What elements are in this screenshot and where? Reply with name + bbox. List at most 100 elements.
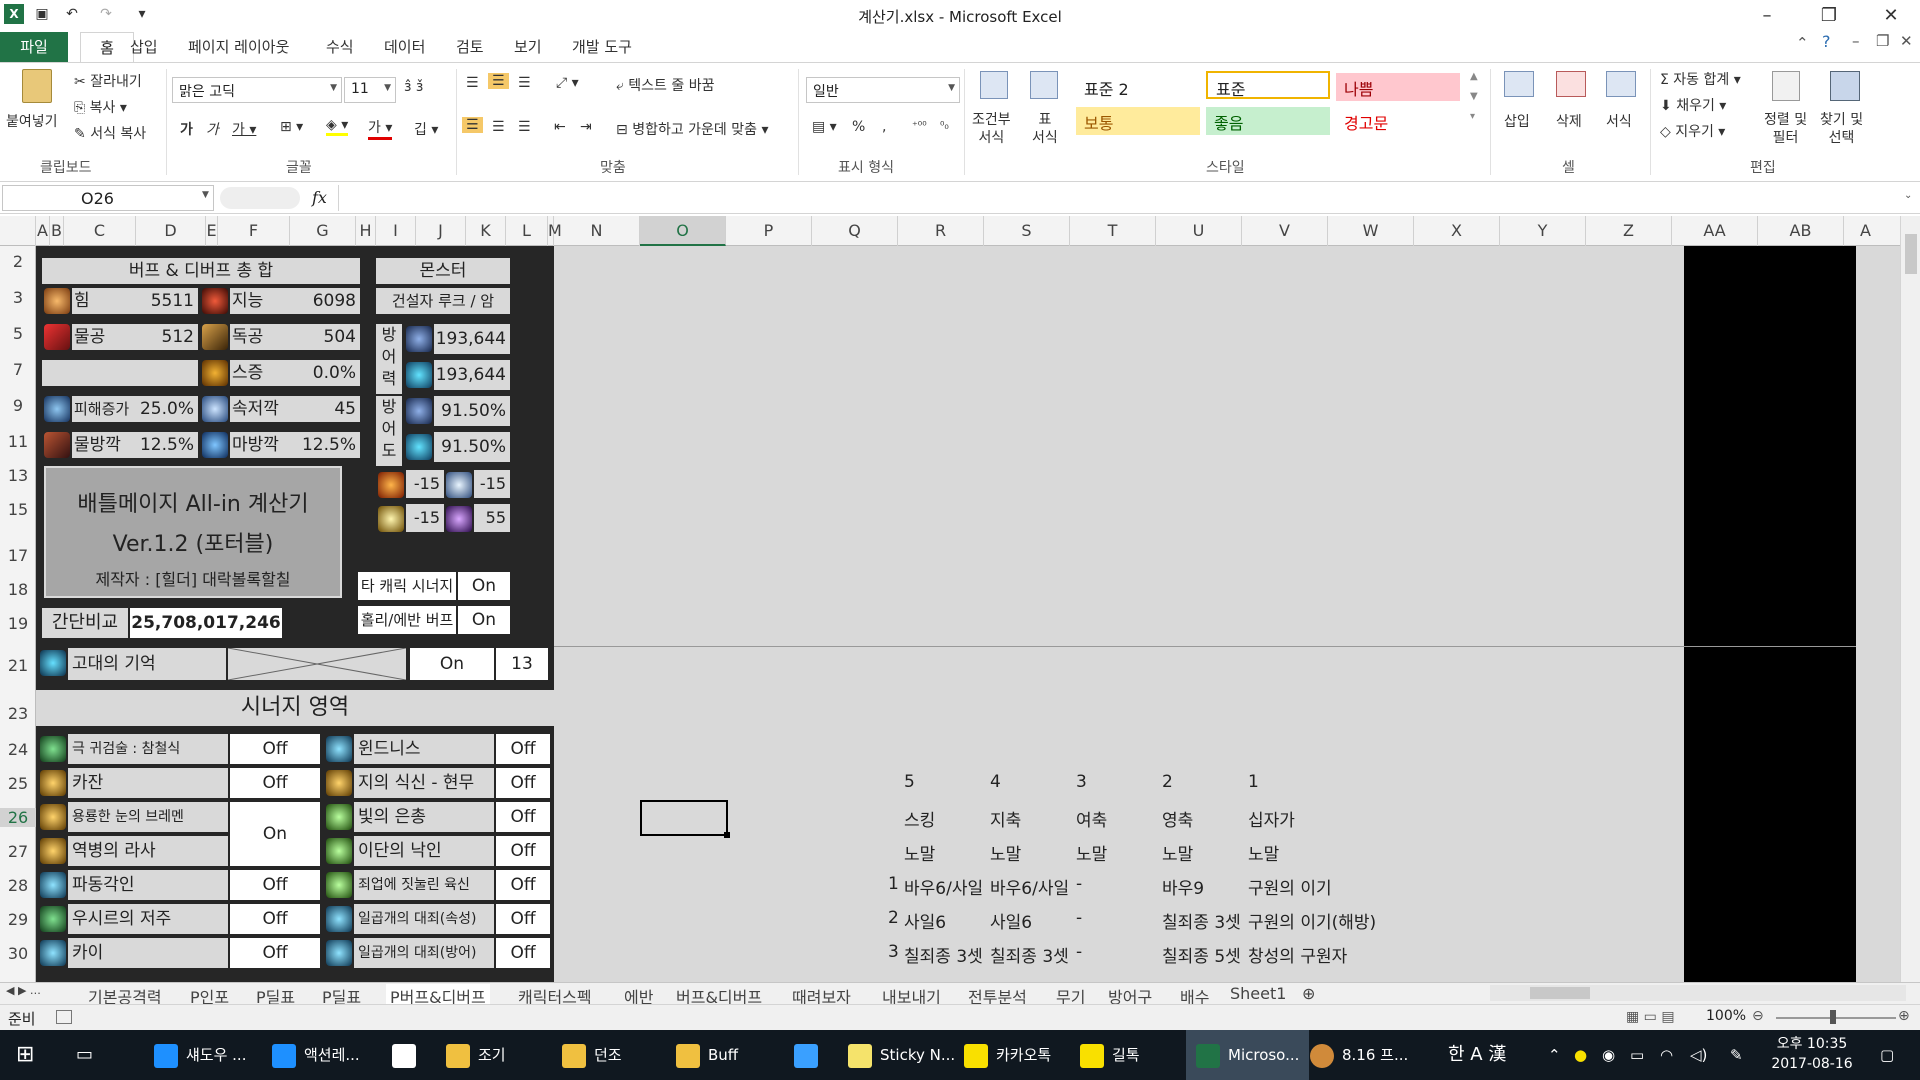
row-header[interactable]: 17 [0, 546, 36, 565]
border-icon[interactable]: ⊞ ▾ [280, 119, 303, 135]
row-header[interactable]: 25 [0, 774, 36, 793]
currency-icon[interactable]: ▤ ▾ [812, 119, 837, 135]
style-good[interactable]: 좋음 [1206, 107, 1330, 135]
col-header[interactable]: A [36, 216, 50, 246]
name-box[interactable]: O26 [2, 185, 214, 211]
underline-icon[interactable]: 가 ▾ [232, 119, 256, 139]
synergy-right-toggle[interactable]: Off [496, 870, 550, 900]
tray-battery-icon[interactable]: ▭ [1630, 1030, 1644, 1080]
col-header[interactable]: AB [1758, 216, 1844, 246]
mini-close-icon[interactable]: ✕ [1900, 32, 1913, 50]
insert-function-icon[interactable]: fx [312, 188, 327, 207]
row-header-selected[interactable]: 26 [0, 808, 36, 827]
zoom-out-icon[interactable]: ⊖ [1752, 1008, 1764, 1024]
col-header[interactable]: Y [1500, 216, 1586, 246]
taskbar-item[interactable] [392, 1030, 424, 1080]
synergy-right-toggle[interactable]: Off [496, 836, 550, 866]
wrap-text-button[interactable]: ⤶ 텍스트 줄 바꿈 [616, 75, 714, 95]
font-name-combo[interactable]: 맑은 고딕 ▼ [172, 77, 342, 103]
holy-buff-value[interactable]: On [458, 606, 510, 634]
synergy-right-toggle[interactable]: Off [496, 768, 550, 798]
font-size-combo[interactable]: 11 ▼ [344, 77, 396, 103]
taskbar-item[interactable]: Sticky N... [848, 1030, 955, 1080]
synergy-right-toggle[interactable]: Off [496, 938, 550, 968]
find-select-button[interactable]: 찾기 및 선택 [1820, 111, 1863, 147]
tab-review[interactable]: 검토 [456, 36, 484, 57]
col-header[interactable]: L [506, 216, 548, 246]
taskbar-item[interactable]: 섀도우 ... [154, 1030, 246, 1080]
bold-icon[interactable]: 가 [180, 119, 193, 139]
monster-name[interactable]: 건설자 루크 / 암 [376, 288, 510, 314]
new-sheet-icon[interactable]: ⊕ [1302, 984, 1315, 1003]
view-normal-icon[interactable]: ▦ ▭ ▤ [1626, 1009, 1675, 1025]
iatk-cell[interactable]: 독공 504 [230, 324, 360, 350]
phonetic-icon[interactable]: 깁 ▾ [414, 119, 438, 139]
dmg-cell[interactable]: 피해증가 25.0% [72, 396, 198, 422]
synergy-left-toggle[interactable]: Off [230, 870, 320, 900]
vertical-scrollbar[interactable] [1900, 216, 1920, 982]
fire-res[interactable]: -15 [406, 470, 444, 498]
merge-center-button[interactable]: ⊟ 병합하고 가운데 맞춤 ▾ [616, 119, 769, 139]
cut-button[interactable]: ✂ 잘라내기 [74, 71, 142, 91]
font-color-icon[interactable]: 가 ▾ [368, 117, 393, 140]
mini-minimize-icon[interactable]: – [1852, 32, 1860, 50]
empty-cell[interactable] [42, 360, 198, 386]
conditional-format-icon[interactable] [980, 71, 1008, 99]
zoom-in-icon[interactable]: ⊕ [1898, 1008, 1910, 1024]
patk-cell[interactable]: 물공 512 [72, 324, 198, 350]
tab-file[interactable]: 파일 [0, 32, 68, 62]
taskbar-item[interactable]: 던조 [562, 1030, 622, 1080]
align-left-icon[interactable]: ☰ [462, 117, 483, 133]
row-header[interactable]: 11 [0, 432, 36, 451]
horizontal-scroll-thumb[interactable] [1530, 987, 1590, 999]
synergy-left-toggle[interactable]: Off [230, 938, 320, 968]
row-header[interactable]: 27 [0, 842, 36, 861]
mdef-cell[interactable]: 마방깍 12.5% [230, 432, 360, 458]
light-res[interactable]: -15 [406, 504, 444, 532]
copy-button[interactable]: ⎘ 복사 ▾ [74, 97, 127, 117]
synergy-right-toggle[interactable]: Off [496, 904, 550, 934]
insert-cells-button[interactable]: 삽입 [1504, 111, 1530, 131]
sheet-tab[interactable]: Sheet1 [1230, 984, 1286, 1003]
col-header[interactable]: R [898, 216, 984, 246]
select-all-corner[interactable] [0, 216, 36, 246]
orientation-icon[interactable]: ⤢ ▾ [556, 75, 579, 91]
tab-developer[interactable]: 개발 도구 [572, 36, 632, 57]
taskbar-item[interactable]: 액션레... [272, 1030, 360, 1080]
col-header[interactable]: D [136, 216, 206, 246]
synergy-left-toggle[interactable]: Off [230, 768, 320, 798]
pdef-cell[interactable]: 물방깍 12.5% [72, 432, 198, 458]
percent-icon[interactable]: % [852, 119, 865, 135]
align-top-icon[interactable]: ☰ [466, 75, 479, 91]
name-box-dropdown-icon[interactable]: ▼ [202, 190, 209, 200]
row-header[interactable]: 29 [0, 910, 36, 929]
col-header[interactable]: G [290, 216, 356, 246]
defense-value-2[interactable]: 193,644 [434, 360, 510, 390]
other-synergy-value[interactable]: On [458, 572, 510, 600]
italic-icon[interactable]: 가 [206, 119, 219, 139]
paste-button[interactable]: 붙여넣기 [6, 111, 58, 131]
close-icon[interactable]: ✕ [1868, 0, 1914, 32]
row-header[interactable]: 21 [0, 656, 36, 675]
defense-value-1[interactable]: 193,644 [434, 324, 510, 354]
zoom-slider-thumb[interactable] [1830, 1010, 1836, 1024]
col-header[interactable]: K [466, 216, 506, 246]
col-header[interactable]: C [64, 216, 136, 246]
synergy-left-toggle[interactable]: Off [230, 734, 320, 764]
tray-pen-icon[interactable]: ✎ [1730, 1030, 1743, 1080]
col-header[interactable]: F [218, 216, 290, 246]
tab-page-layout[interactable]: 페이지 레이아웃 [188, 36, 289, 57]
row-header[interactable]: 3 [0, 288, 36, 307]
ancient-memory-level[interactable]: 13 [496, 648, 548, 680]
paste-icon[interactable] [22, 69, 52, 103]
tray-network-icon[interactable]: ◠ [1660, 1030, 1673, 1080]
sort-filter-button[interactable]: 정렬 및 필터 [1764, 111, 1807, 147]
increase-decimal-icon[interactable]: ⁺⁰⁰ [912, 119, 927, 132]
row-header[interactable]: 24 [0, 740, 36, 759]
defense-rate-1[interactable]: 91.50% [434, 396, 510, 426]
delete-cells-button[interactable]: 삭제 [1556, 111, 1582, 131]
increase-indent-icon[interactable]: ⇥ [580, 119, 592, 135]
align-right-icon[interactable]: ☰ [518, 119, 531, 135]
taskbar-item[interactable]: 카카오톡 [964, 1030, 1051, 1080]
row-header[interactable]: 28 [0, 876, 36, 895]
